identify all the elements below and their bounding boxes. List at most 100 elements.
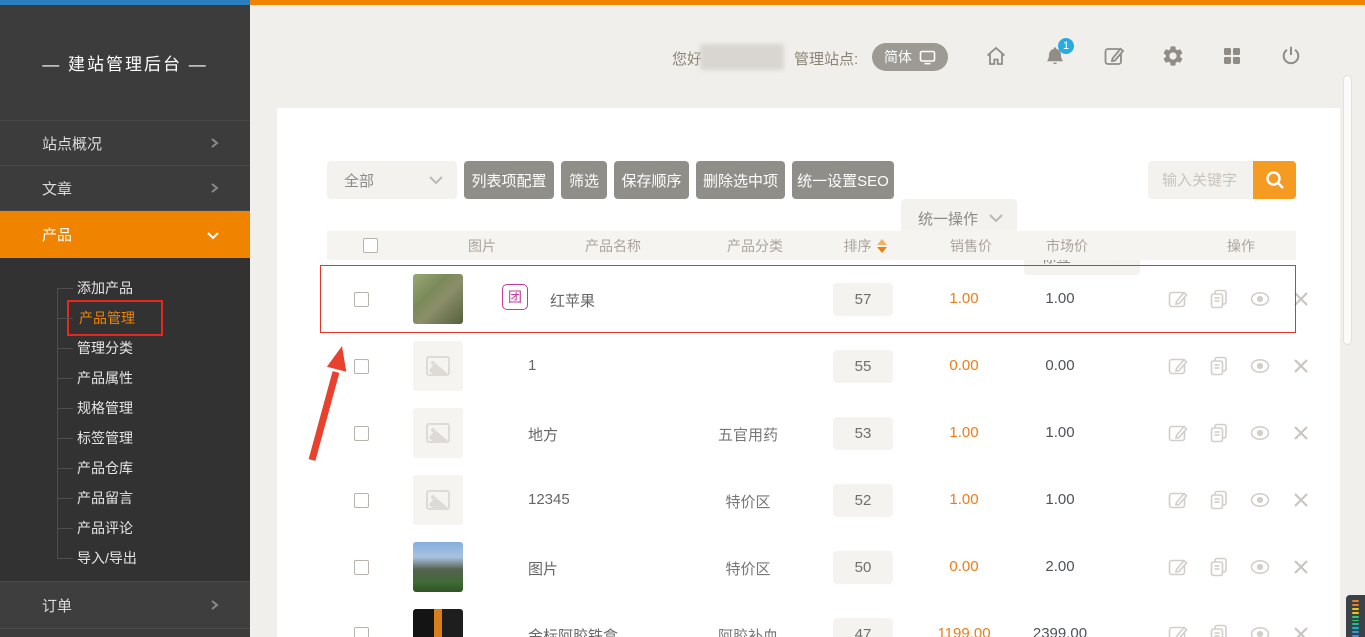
search-input[interactable]	[1148, 161, 1253, 199]
row-checkbox[interactable]	[354, 493, 369, 508]
market-price: 1.00	[1015, 424, 1105, 441]
sidebar-item-site-overview[interactable]: 站点概况	[0, 120, 250, 165]
row-edit-icon[interactable]	[1167, 489, 1189, 511]
row-checkbox[interactable]	[354, 560, 369, 575]
chevron-down-icon	[206, 229, 220, 241]
row-delete-icon[interactable]	[1290, 355, 1312, 377]
product-name[interactable]: 图片	[528, 558, 558, 579]
list-config-button[interactable]: 列表项配置	[464, 161, 554, 199]
chevron-down-icon	[988, 213, 1004, 223]
row-preview-eye-icon[interactable]	[1249, 623, 1271, 637]
submenu-product-warehouse[interactable]: 产品仓库	[0, 453, 250, 483]
filter-button[interactable]: 筛选	[561, 161, 607, 199]
sale-price: 0.00	[919, 357, 1009, 374]
save-order-button[interactable]: 保存顺序	[614, 161, 689, 199]
col-sort[interactable]: 排序	[825, 231, 905, 260]
submenu-product-attributes[interactable]: 产品属性	[0, 363, 250, 393]
product-name[interactable]: 红苹果	[550, 290, 595, 311]
row-delete-icon[interactable]	[1290, 422, 1312, 444]
product-thumbnail-placeholder[interactable]	[413, 408, 463, 458]
submenu-add-product[interactable]: 添加产品	[0, 273, 250, 303]
edit-icon[interactable]	[1102, 44, 1126, 68]
seo-settings-button[interactable]: 统一设置SEO	[792, 161, 894, 199]
row-copy-icon[interactable]	[1208, 355, 1230, 377]
language-switch-button[interactable]: 简体	[872, 43, 948, 71]
filter-all-dropdown[interactable]: 全部	[327, 161, 457, 199]
row-preview-eye-icon[interactable]	[1249, 422, 1271, 444]
monitor-icon	[919, 50, 936, 65]
market-price: 2399.00	[1015, 625, 1105, 637]
manage-site-label: 管理站点:	[794, 48, 858, 69]
row-checkbox[interactable]	[354, 426, 369, 441]
sidebar-item-products[interactable]: 产品	[0, 210, 250, 258]
row-edit-icon[interactable]	[1167, 355, 1189, 377]
submenu-import-export[interactable]: 导入/导出	[0, 543, 250, 573]
delete-selected-button[interactable]: 删除选中项	[696, 161, 785, 199]
row-edit-icon[interactable]	[1167, 422, 1189, 444]
apps-grid-icon[interactable]	[1220, 44, 1244, 68]
sort-value[interactable]: 47	[833, 618, 893, 637]
row-preview-eye-icon[interactable]	[1249, 355, 1271, 377]
row-copy-icon[interactable]	[1208, 556, 1230, 578]
product-name[interactable]: 12345	[528, 491, 570, 508]
chevron-right-icon	[208, 137, 220, 149]
row-edit-icon[interactable]	[1167, 288, 1189, 310]
sidebar-item-label: 产品	[42, 224, 72, 245]
row-copy-icon[interactable]	[1208, 489, 1230, 511]
search-button[interactable]	[1253, 161, 1296, 199]
row-preview-eye-icon[interactable]	[1249, 288, 1271, 310]
image-placeholder-icon	[426, 356, 450, 376]
product-name[interactable]: 地方	[528, 424, 558, 445]
sort-value[interactable]: 57	[833, 283, 893, 316]
product-thumbnail[interactable]	[413, 609, 463, 637]
content-card: 全部 列表项配置 筛选 保存顺序 删除选中项 统一设置SEO 统一操作 标签 图…	[277, 108, 1340, 637]
image-placeholder-icon	[426, 490, 450, 510]
row-copy-icon[interactable]	[1208, 623, 1230, 637]
home-icon[interactable]	[984, 44, 1008, 68]
product-name[interactable]: 1	[528, 357, 536, 374]
row-edit-icon[interactable]	[1167, 623, 1189, 637]
sale-price: 0.00	[919, 558, 1009, 575]
sort-value[interactable]: 50	[833, 551, 893, 584]
row-edit-icon[interactable]	[1167, 556, 1189, 578]
scrollbar[interactable]	[1343, 75, 1352, 345]
submenu-product-reviews[interactable]: 产品评论	[0, 513, 250, 543]
submenu-spec-management[interactable]: 规格管理	[0, 393, 250, 423]
sort-value[interactable]: 55	[833, 350, 893, 383]
sort-value[interactable]: 52	[833, 484, 893, 517]
row-copy-icon[interactable]	[1208, 422, 1230, 444]
submenu-product-messages[interactable]: 产品留言	[0, 483, 250, 513]
logout-power-icon[interactable]	[1279, 44, 1303, 68]
row-delete-icon[interactable]	[1290, 288, 1312, 310]
row-delete-icon[interactable]	[1290, 489, 1312, 511]
sort-arrows-icon[interactable]	[877, 239, 887, 253]
product-thumbnail[interactable]	[413, 542, 463, 592]
language-label: 简体	[884, 47, 912, 67]
settings-gear-icon[interactable]	[1161, 44, 1185, 68]
sale-price: 1.00	[919, 290, 1009, 307]
sidebar-item-orders[interactable]: 订单	[0, 581, 250, 629]
submenu-manage-categories[interactable]: 管理分类	[0, 333, 250, 363]
row-checkbox[interactable]	[354, 627, 369, 637]
sidebar-item-articles[interactable]: 文章	[0, 165, 250, 210]
product-thumbnail[interactable]	[413, 274, 463, 324]
row-checkbox[interactable]	[354, 359, 369, 374]
table-header: 图片 产品名称 产品分类 排序 销售价 市场价 操作	[327, 231, 1296, 260]
row-preview-eye-icon[interactable]	[1249, 556, 1271, 578]
row-preview-eye-icon[interactable]	[1249, 489, 1271, 511]
product-name[interactable]: 金标阿胶铁盒	[528, 625, 618, 637]
row-delete-icon[interactable]	[1290, 556, 1312, 578]
select-all-checkbox[interactable]	[363, 238, 378, 253]
product-category: 特价区	[673, 558, 823, 579]
submenu-tag-management[interactable]: 标签管理	[0, 423, 250, 453]
notification-count-badge: 1	[1058, 38, 1074, 54]
row-checkbox[interactable]	[354, 292, 369, 307]
row-delete-icon[interactable]	[1290, 623, 1312, 637]
row-copy-icon[interactable]	[1208, 288, 1230, 310]
notifications-bell-icon[interactable]: 1	[1043, 44, 1067, 68]
product-thumbnail-placeholder[interactable]	[413, 341, 463, 391]
sort-value[interactable]: 53	[833, 417, 893, 450]
app-title: — 建站管理后台 —	[0, 5, 250, 120]
product-thumbnail-placeholder[interactable]	[413, 475, 463, 525]
submenu-product-management[interactable]: 产品管理	[0, 303, 250, 333]
